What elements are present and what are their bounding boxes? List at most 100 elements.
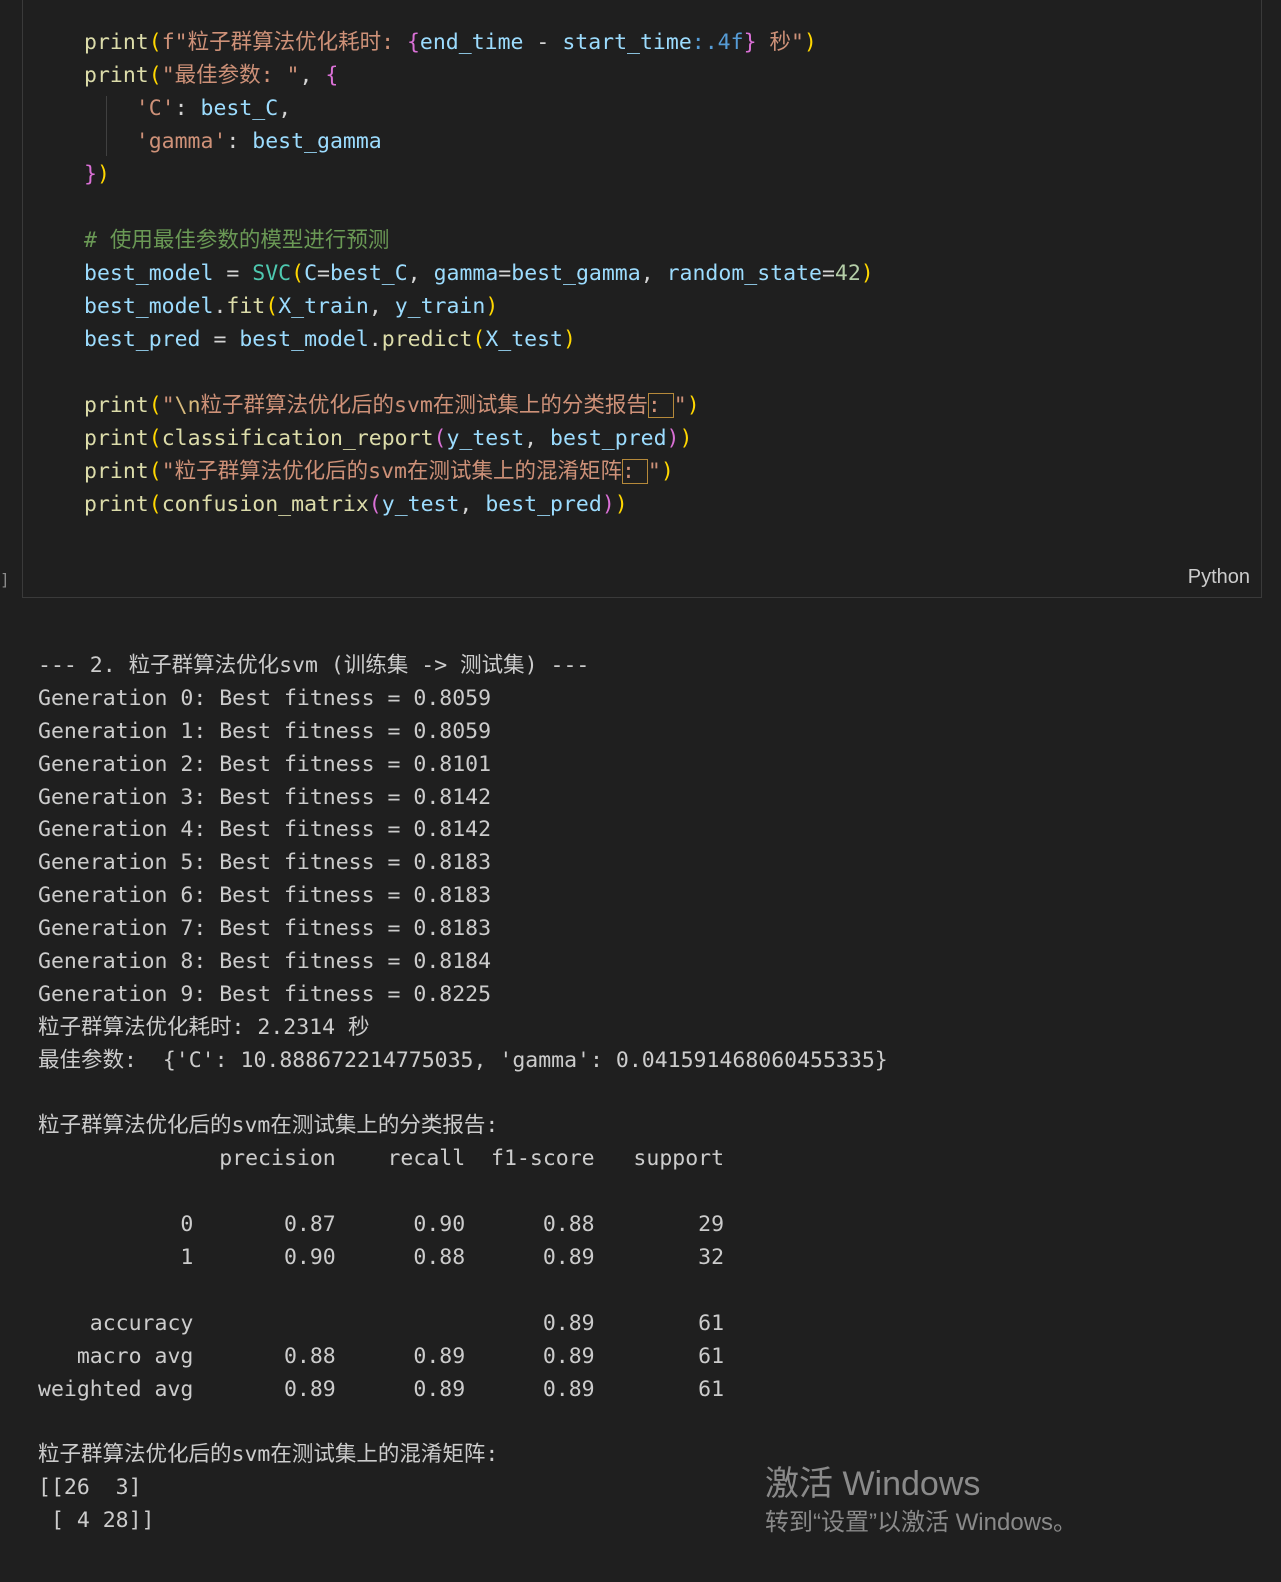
code-token: print [84, 393, 149, 418]
code-token: best_gamma [511, 261, 641, 286]
output-line: macro avg 0.88 0.89 0.89 61 [38, 1343, 725, 1369]
output-line: 粒子群算法优化耗时: 2.2314 秒 [38, 1014, 370, 1040]
output-line: weighted avg 0.89 0.89 0.89 61 [38, 1376, 725, 1402]
code-line[interactable]: }) [84, 158, 874, 191]
code-token: best_gamma [252, 129, 382, 154]
code-token: = [821, 261, 835, 286]
code-token: { [406, 30, 420, 55]
code-token: f"粒子群算法优化耗时: [161, 30, 407, 55]
code-line[interactable]: print("最佳参数: ", { [84, 59, 874, 92]
code-token: ( [265, 294, 279, 319]
code-token: SVC [252, 261, 292, 286]
code-token: print [84, 63, 149, 88]
code-token: ) [562, 327, 576, 352]
code-token: classification_report [161, 426, 434, 451]
output-line: --- 2. 粒子群算法优化svm (训练集 -> 测试集) --- [38, 653, 590, 678]
code-token: ) [660, 459, 674, 484]
output-line: precision recall f1-score support [38, 1146, 725, 1172]
code-token: confusion_matrix [161, 492, 369, 517]
code-token: - [523, 30, 563, 55]
code-token: ( [148, 393, 162, 418]
code-token: : [647, 393, 674, 418]
code-token: # 使用最佳参数的模型进行预测 [84, 228, 390, 253]
code-token: gamma [433, 261, 499, 286]
code-token: = [213, 261, 253, 286]
output-line: Generation 9: Best fitness = 0.8225 [38, 981, 492, 1007]
code-token: "最佳参数: " [161, 63, 300, 88]
code-line[interactable]: 'gamma': best_gamma [84, 125, 874, 158]
code-token: best_C [330, 261, 408, 286]
code-token: best_model [84, 294, 214, 319]
code-cell[interactable]: print(f"粒子群算法优化耗时: {end_time - start_tim… [22, 0, 1262, 598]
code-token: 'C' [135, 96, 175, 121]
output-line: Generation 6: Best fitness = 0.8183 [38, 883, 492, 909]
code-token: ) [614, 492, 628, 517]
output-line: 0 0.87 0.90 0.88 29 [38, 1212, 725, 1238]
code-token: 42 [834, 261, 861, 286]
code-token: best_pred [550, 426, 667, 451]
code-token: " [673, 393, 687, 418]
code-token: ) [666, 426, 680, 451]
output-line: ​ [38, 1406, 888, 1439]
code-token: 粒子群算法优化后的svm在测试集上的分类报告 [200, 393, 648, 418]
code-line[interactable]: ​ [84, 191, 874, 224]
code-token: ( [148, 30, 162, 55]
code-line[interactable]: print("粒子群算法优化后的svm在测试集上的混淆矩阵: ") [84, 455, 874, 488]
cell-output: --- 2. 粒子群算法优化svm (训练集 -> 测试集) --- Genera… [38, 650, 888, 1538]
code-token: ( [472, 327, 486, 352]
output-line: 1 0.90 0.88 0.89 32 [38, 1245, 725, 1271]
output-line: Generation 3: Best fitness = 0.8142 [38, 784, 492, 810]
code-token: 秒" [756, 30, 804, 55]
code-token: } [743, 30, 757, 55]
code-token: , [640, 261, 667, 286]
code-token: ( [148, 492, 162, 517]
code-token: ) [686, 393, 700, 418]
code-line[interactable]: print(confusion_matrix(y_test, best_pred… [84, 488, 874, 521]
output-line: [ 4 28]] [38, 1508, 155, 1534]
code-line[interactable]: print("\n粒子群算法优化后的svm在测试集上的分类报告: ") [84, 389, 874, 422]
code-token: " [161, 393, 175, 418]
code-token: C [304, 261, 318, 286]
code-token: :.4f [691, 30, 744, 55]
code-line[interactable]: # 使用最佳参数的模型进行预测 [84, 224, 874, 257]
code-token: fit [226, 294, 266, 319]
code-token: start_time [562, 30, 692, 55]
code-token: ( [433, 426, 447, 451]
output-line: Generation 8: Best fitness = 0.8184 [38, 949, 492, 975]
code-token: . [213, 294, 227, 319]
code-line[interactable]: best_model.fit(X_train, y_train) [84, 290, 874, 323]
code-line[interactable]: print(classification_report(y_test, best… [84, 422, 874, 455]
code-token: 'gamma' [135, 129, 227, 154]
code-token: X_test [485, 327, 563, 352]
code-token: { [325, 63, 339, 88]
code-line[interactable]: ​ [84, 356, 874, 389]
code-token: \n [174, 393, 201, 418]
language-label[interactable]: Python [1188, 566, 1250, 589]
code-token: = [498, 261, 512, 286]
output-line: accuracy 0.89 61 [38, 1310, 725, 1336]
code-token: best_model [84, 261, 214, 286]
code-line[interactable]: print(f"粒子群算法优化耗时: {end_time - start_tim… [84, 26, 874, 59]
code-token: X_train [278, 294, 369, 319]
code-editor[interactable]: print(f"粒子群算法优化耗时: {end_time - start_tim… [84, 26, 874, 521]
output-line: Generation 4: Best fitness = 0.8142 [38, 817, 492, 843]
code-line[interactable]: best_pred = best_model.predict(X_test) [84, 323, 874, 356]
code-token: ) [485, 294, 499, 319]
code-token: : [174, 96, 201, 121]
code-line[interactable]: 'C': best_C, [84, 92, 874, 125]
code-token: ) [601, 492, 615, 517]
execution-count-marker: ] [0, 570, 10, 589]
code-token: best_C [200, 96, 279, 121]
code-token: random_state [666, 261, 822, 286]
windows-activation-watermark: 激活 Windows 转到“设置”以激活 Windows。 [765, 1463, 1077, 1539]
code-token: : [621, 459, 648, 484]
code-line[interactable]: best_model = SVC(C=best_C, gamma=best_ga… [84, 257, 874, 290]
code-token: " [647, 459, 661, 484]
code-token: , [524, 426, 551, 451]
output-line: ​ [38, 1176, 888, 1209]
code-token: print [84, 30, 149, 55]
output-line: Generation 2: Best fitness = 0.8101 [38, 751, 492, 777]
code-token: ( [148, 63, 162, 88]
code-token: ( [148, 459, 162, 484]
